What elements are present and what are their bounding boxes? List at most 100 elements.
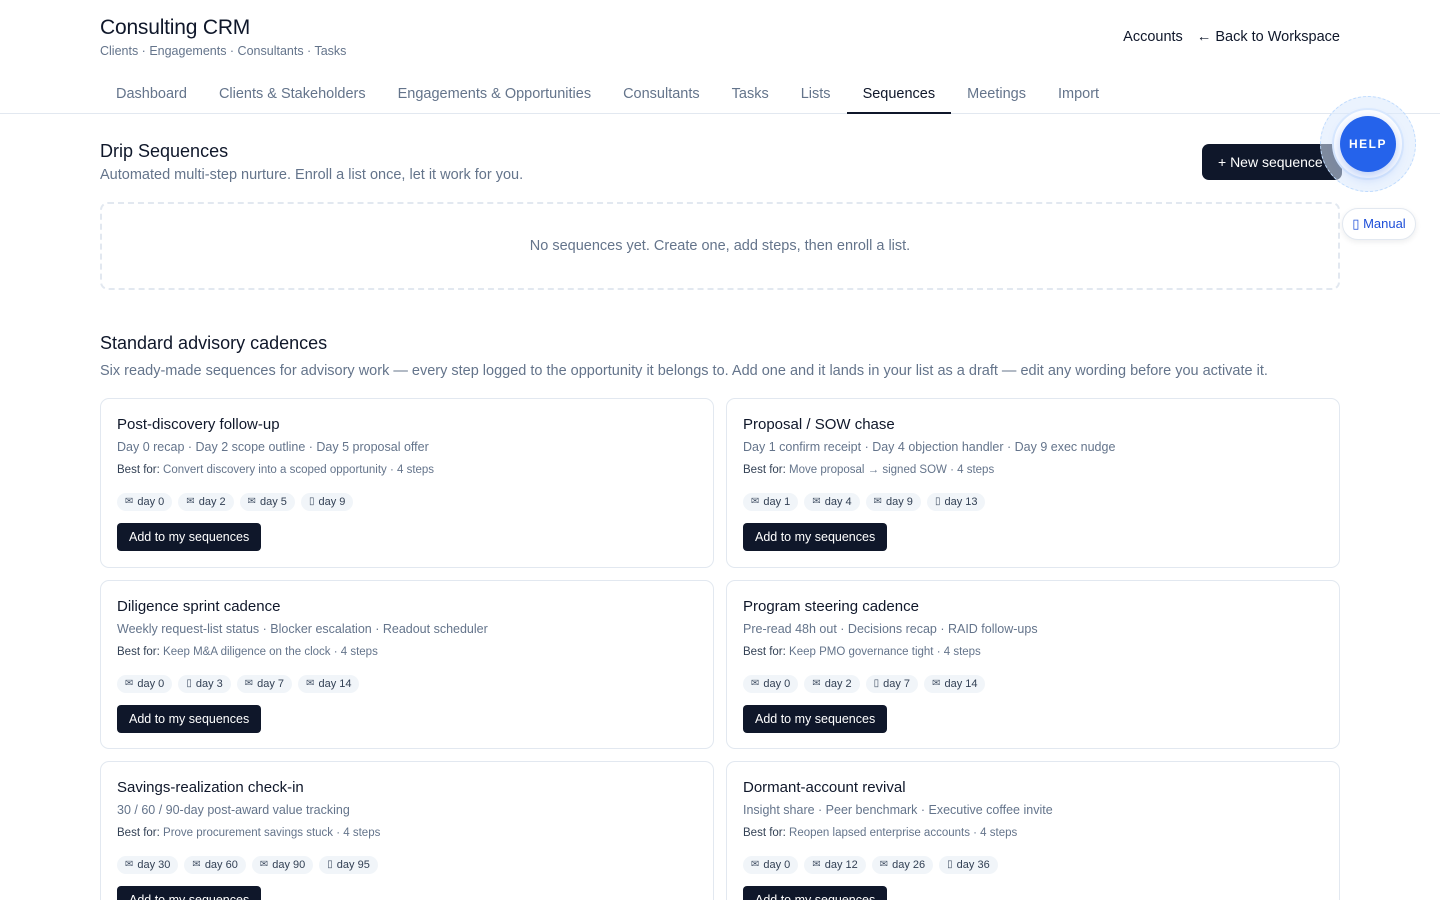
best-for-value: Reopen lapsed enterprise accounts · 4 st…	[789, 827, 1018, 839]
email-icon: ✉	[932, 678, 941, 689]
step-chip: ✉ day 5	[239, 493, 295, 511]
main-nav: Dashboard Clients & Stakeholders Engagem…	[100, 78, 1440, 114]
step-chip-label: day 0	[763, 859, 791, 871]
accounts-link[interactable]: Accounts	[1123, 29, 1183, 45]
step-chip: ▯ day 36	[939, 856, 998, 874]
email-icon: ✉	[125, 678, 134, 689]
best-for-value: Convert discovery into a scoped opportun…	[163, 464, 435, 476]
tab-consultants[interactable]: Consultants	[607, 78, 716, 114]
cadence-card-best-for: Best for: Convert discovery into a scope…	[117, 464, 434, 476]
cadence-card-best-for: Best for: Reopen lapsed enterprise accou…	[743, 827, 1017, 839]
step-chip-label: day 2	[198, 496, 226, 508]
tab-engagements-opportunities[interactable]: Engagements & Opportunities	[382, 78, 607, 114]
step-chip: ✉ day 7	[236, 675, 293, 693]
tab-sequences[interactable]: Sequences	[846, 78, 952, 114]
step-chip-label: day 13	[944, 496, 978, 508]
step-chip-label: day 36	[956, 859, 990, 871]
step-chip: ▯ day 3	[178, 675, 231, 693]
step-chip: ✉ day 2	[804, 675, 860, 693]
step-chip: ✉ day 2	[178, 493, 234, 511]
tab-import[interactable]: Import	[1042, 78, 1115, 114]
step-chip: ✉ day 0	[117, 493, 173, 511]
cadence-card-best-for: Best for: Prove procurement savings stuc…	[117, 827, 380, 839]
best-for-label: Best for:	[117, 646, 164, 658]
advisory-cadences-subtitle: Six ready-made sequences for advisory wo…	[100, 363, 1268, 379]
step-chip: ✉ day 90	[251, 856, 314, 874]
drip-sequences-subtitle: Automated multi-step nurture. Enroll a l…	[100, 167, 524, 183]
step-chip: ✉ day 60	[184, 856, 246, 874]
step-chip-label: day 3	[195, 678, 223, 690]
cadence-card-steps: Insight share · Peer benchmark · Executi…	[743, 803, 1053, 817]
step-chip-label: day 14	[318, 678, 352, 690]
step-chip: ▯ day 7	[865, 675, 919, 693]
help-button[interactable]: HELP	[1340, 116, 1396, 172]
step-chip-label: day 9	[886, 496, 913, 508]
step-chip-label: day 30	[137, 859, 171, 871]
step-chip-label: day 1	[763, 496, 791, 508]
step-chip: ✉ day 12	[804, 856, 866, 874]
best-for-label: Best for:	[117, 827, 164, 839]
step-chip-label: day 0	[763, 678, 791, 690]
email-icon: ✉	[879, 859, 889, 870]
step-chip: ✉ day 30	[117, 856, 179, 874]
email-icon: ✉	[125, 496, 134, 507]
add-to-my-sequences-button[interactable]: Add to my sequences	[117, 705, 262, 733]
best-for-label: Best for:	[743, 827, 790, 839]
step-chip-label: day 26	[892, 859, 926, 871]
header-links: Accounts ← Back to Workspace	[1123, 29, 1340, 45]
add-to-my-sequences-button[interactable]: Add to my sequences	[117, 523, 262, 551]
tab-lists[interactable]: Lists	[785, 78, 847, 114]
best-for-value: Keep PMO governance tight · 4 steps	[789, 646, 981, 658]
cadence-card-steps: Weekly request-list status · Blocker esc…	[117, 622, 488, 636]
step-chip: ✉ day 1	[743, 493, 799, 511]
cadence-card-steps: Day 0 recap · Day 2 scope outline · Day …	[117, 440, 429, 454]
cadence-card-best-for: Best for: Keep PMO governance tight · 4 …	[743, 646, 981, 658]
step-chip-label: day 7	[883, 678, 911, 690]
best-for-value: Prove procurement savings stuck · 4 step…	[163, 827, 381, 839]
back-to-workspace-link[interactable]: ← Back to Workspace	[1197, 29, 1340, 45]
cadence-card-best-for: Best for: Move proposal → signed SOW · 4…	[743, 464, 994, 476]
email-icon: ✉	[812, 496, 821, 507]
cadence-card: Program steering cadence Pre-read 48h ou…	[726, 580, 1340, 749]
step-chip-label: day 9	[318, 496, 346, 508]
tab-tasks[interactable]: Tasks	[716, 78, 785, 114]
tab-dashboard[interactable]: Dashboard	[100, 78, 203, 114]
step-chip-label: day 7	[257, 678, 285, 690]
cadence-card-title: Savings-realization check-in	[117, 779, 304, 796]
task-icon: ▯	[947, 859, 953, 870]
email-icon: ✉	[812, 859, 821, 870]
add-to-my-sequences-button[interactable]: Add to my sequences	[743, 523, 888, 551]
step-chips: ✉ day 0 ✉ day 2 ▯ day 7 ✉ day 14	[743, 675, 986, 693]
manual-button[interactable]: ▯ Manual	[1342, 208, 1416, 240]
step-chips: ✉ day 0 ▯ day 3 ✉ day 7 ✉ day 14	[117, 675, 360, 693]
task-icon: ▯	[186, 678, 192, 689]
cadence-card: Post-discovery follow-up Day 0 recap · D…	[100, 398, 714, 568]
cadence-card: Savings-realization check-in 30 / 60 / 9…	[100, 761, 714, 900]
add-to-my-sequences-button[interactable]: Add to my sequences	[117, 886, 262, 900]
email-icon: ✉	[873, 496, 883, 507]
best-for-label: Best for:	[743, 646, 790, 658]
email-icon: ✉	[751, 859, 760, 870]
add-to-my-sequences-button[interactable]: Add to my sequences	[743, 886, 888, 900]
step-chip-label: day 0	[137, 678, 165, 690]
app-subtitle: Clients · Engagements · Consultants · Ta…	[100, 44, 347, 58]
step-chip: ▯ day 95	[319, 856, 378, 874]
email-icon: ✉	[125, 859, 134, 870]
step-chip-label: day 14	[944, 678, 978, 690]
email-icon: ✉	[244, 678, 254, 689]
tab-clients-stakeholders[interactable]: Clients & Stakeholders	[203, 78, 382, 114]
step-chips: ✉ day 0 ✉ day 2 ✉ day 5 ▯ day 9	[117, 493, 354, 511]
empty-sequences-placeholder: No sequences yet. Create one, add steps,…	[100, 202, 1340, 290]
step-chip: ▯ day 9	[300, 493, 354, 511]
tab-meetings[interactable]: Meetings	[951, 78, 1042, 114]
step-chips: ✉ day 1 ✉ day 4 ✉ day 9 ▯ day 13	[743, 493, 986, 511]
cadence-card: Dormant-account revival Insight share · …	[726, 761, 1340, 900]
step-chip-label: day 5	[260, 496, 287, 508]
email-icon: ✉	[247, 496, 257, 507]
cadence-card-best-for: Best for: Keep M&A diligence on the cloc…	[117, 646, 378, 658]
best-for-value: Move proposal → signed SOW · 4 steps	[789, 464, 995, 476]
add-to-my-sequences-button[interactable]: Add to my sequences	[743, 705, 888, 733]
step-chip: ✉ day 14	[298, 675, 360, 693]
cadence-card-title: Proposal / SOW chase	[743, 416, 895, 433]
email-icon: ✉	[259, 859, 269, 870]
